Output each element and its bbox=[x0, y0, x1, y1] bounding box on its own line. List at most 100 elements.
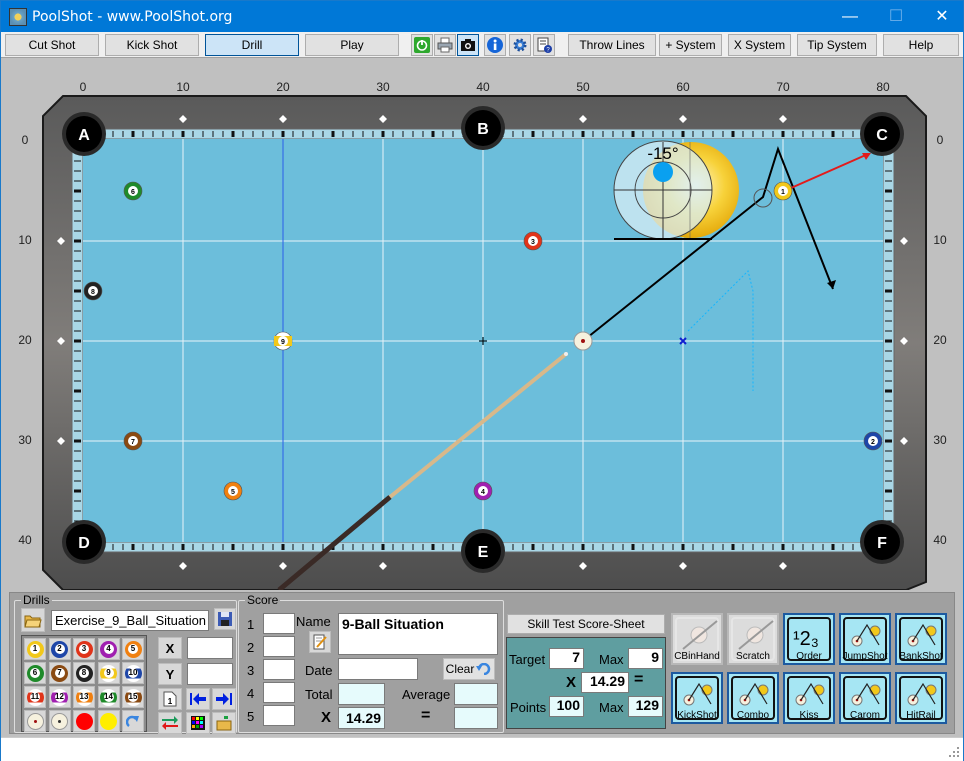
ball-6[interactable]: 6 bbox=[123, 181, 143, 201]
rail-tick bbox=[292, 544, 294, 550]
screenshot-button[interactable] bbox=[457, 34, 479, 56]
throw-lines-button[interactable]: Throw Lines bbox=[568, 34, 656, 56]
max-input[interactable]: 9 bbox=[628, 648, 663, 669]
shot-type-combo[interactable]: Combo bbox=[727, 672, 779, 724]
clear-button[interactable]: Clear bbox=[443, 658, 495, 680]
print-button[interactable] bbox=[434, 34, 456, 56]
ball-4[interactable]: 4 bbox=[473, 481, 493, 501]
shot-type-hitrail[interactable]: HitRail bbox=[895, 672, 947, 724]
palette-ball-9[interactable]: 9 bbox=[97, 662, 120, 684]
drill-file-name-input[interactable]: Exercise_9_Ball_Situation bbox=[51, 610, 209, 631]
shot-type-scratch[interactable]: Scratch bbox=[727, 613, 779, 665]
palette-red-ball[interactable] bbox=[73, 710, 95, 732]
score-row-input[interactable] bbox=[263, 682, 295, 703]
ball-number: 3 bbox=[531, 239, 535, 246]
ball-8[interactable]: 8 bbox=[83, 281, 103, 301]
target-input[interactable]: 7 bbox=[549, 648, 584, 669]
ball-9[interactable]: 9 bbox=[273, 331, 293, 351]
x-system-button[interactable]: X System bbox=[728, 34, 791, 56]
tab-drill[interactable]: Drill bbox=[205, 34, 299, 56]
palette-ball-1[interactable]: 1 bbox=[24, 638, 46, 660]
tip-position-dot[interactable] bbox=[653, 162, 673, 182]
help-button[interactable]: Help bbox=[883, 34, 959, 56]
palette-cue-ball[interactable] bbox=[24, 710, 46, 732]
drill-name-input[interactable]: 9-Ball Situation bbox=[338, 613, 498, 655]
palette-ball-13[interactable]: 13 bbox=[73, 686, 95, 708]
ball-5[interactable]: 5 bbox=[223, 481, 243, 501]
rail-tick bbox=[74, 189, 81, 193]
rail-tick bbox=[812, 544, 814, 550]
shot-type-kickshot[interactable]: KickShot bbox=[671, 672, 723, 724]
shot-type-bankshot[interactable]: BankShot bbox=[895, 613, 947, 665]
edit-name-button[interactable] bbox=[309, 631, 331, 653]
plus-system-button[interactable]: + System bbox=[659, 34, 722, 56]
new-page-button[interactable]: 1 bbox=[158, 688, 182, 710]
help-document-button[interactable]: ? bbox=[533, 34, 555, 56]
score-row-input[interactable] bbox=[263, 613, 295, 634]
skill-test-score-sheet-button[interactable]: Skill Test Score-Sheet bbox=[507, 614, 665, 634]
palette-ball-10[interactable]: 10 bbox=[122, 662, 144, 684]
shot-type-jumpshot[interactable]: JumpShot bbox=[839, 613, 891, 665]
palette-ball-7[interactable]: 7 bbox=[48, 662, 71, 684]
date-input[interactable] bbox=[338, 658, 418, 680]
palette-ball-4[interactable]: 4 bbox=[97, 638, 120, 660]
shot-type-carom[interactable]: Carom bbox=[839, 672, 891, 724]
ball-number: 1 bbox=[30, 644, 40, 654]
y-coord-input[interactable] bbox=[187, 663, 233, 685]
rail-tick bbox=[322, 544, 324, 550]
palette-ball-14[interactable]: 14 bbox=[97, 686, 120, 708]
average-value bbox=[454, 683, 498, 705]
palette-ball-11[interactable]: 11 bbox=[24, 686, 46, 708]
palette-ball-2[interactable]: 2 bbox=[48, 638, 71, 660]
rail-tick bbox=[74, 280, 81, 282]
maximize-button[interactable]: ☐ bbox=[873, 1, 919, 32]
ball-number: 7 bbox=[131, 439, 135, 446]
info-button[interactable] bbox=[484, 34, 506, 56]
cue-tip-spin-indicator[interactable]: -15° bbox=[613, 140, 739, 240]
tab-kick-shot[interactable]: Kick Shot bbox=[105, 34, 199, 56]
palette-ball-3[interactable]: 3 bbox=[73, 638, 95, 660]
x-axis-label: 60 bbox=[676, 80, 690, 94]
tab-cut-shot[interactable]: Cut Shot bbox=[5, 34, 99, 56]
previous-drill-button[interactable] bbox=[186, 688, 210, 710]
tab-play[interactable]: Play bbox=[305, 34, 399, 56]
save-drill-button[interactable] bbox=[214, 608, 236, 630]
power-button[interactable] bbox=[411, 34, 433, 56]
palette-ball-8[interactable]: 8 bbox=[73, 662, 95, 684]
export-button[interactable] bbox=[212, 712, 236, 734]
shot-type-kiss[interactable]: Kiss bbox=[783, 672, 835, 724]
minimize-button[interactable]: — bbox=[827, 1, 873, 32]
score-row-input[interactable] bbox=[263, 636, 295, 657]
x-coord-input[interactable] bbox=[187, 637, 233, 659]
rail-tick bbox=[392, 131, 394, 137]
palette-ball-6[interactable]: 6 bbox=[24, 662, 46, 684]
cue-ball[interactable] bbox=[573, 331, 593, 351]
ball-1[interactable]: 1 bbox=[773, 181, 793, 201]
ball-2[interactable]: 2 bbox=[863, 431, 883, 451]
pool-table[interactable]: A B CDEF -15° 123456789 bbox=[1, 58, 963, 590]
color-grid-button[interactable] bbox=[186, 712, 210, 734]
open-drill-button[interactable] bbox=[21, 608, 45, 632]
rail-tick bbox=[412, 544, 414, 550]
resize-grip-icon[interactable] bbox=[948, 746, 960, 758]
palette-ball-5[interactable]: 5 bbox=[122, 638, 144, 660]
close-button[interactable]: ✕ bbox=[919, 1, 964, 32]
score-group: Score 1 2 3 4 5 Name 9-Ball Situation Date C… bbox=[238, 593, 504, 733]
score-row-input[interactable] bbox=[263, 705, 295, 726]
palette-white-ball[interactable] bbox=[48, 710, 71, 732]
palette-redo-button[interactable] bbox=[122, 710, 144, 732]
palette-ball-12[interactable]: 12 bbox=[48, 686, 71, 708]
settings-button[interactable] bbox=[509, 34, 531, 56]
shot-type-cbinhand[interactable]: CBinHand bbox=[671, 613, 723, 665]
palette-yellow-ball[interactable] bbox=[97, 710, 120, 732]
rail-tick bbox=[74, 220, 81, 222]
tip-system-button[interactable]: Tip System bbox=[797, 34, 877, 56]
rail-tick bbox=[74, 420, 81, 422]
palette-ball-15[interactable]: 15 bbox=[122, 686, 144, 708]
next-drill-button[interactable] bbox=[212, 688, 236, 710]
shot-type-order[interactable]: ¹2₃ Order bbox=[783, 613, 835, 665]
score-row-input[interactable] bbox=[263, 659, 295, 680]
swap-button[interactable] bbox=[158, 712, 182, 734]
ball-3[interactable]: 3 bbox=[523, 231, 543, 251]
ball-7[interactable]: 7 bbox=[123, 431, 143, 451]
